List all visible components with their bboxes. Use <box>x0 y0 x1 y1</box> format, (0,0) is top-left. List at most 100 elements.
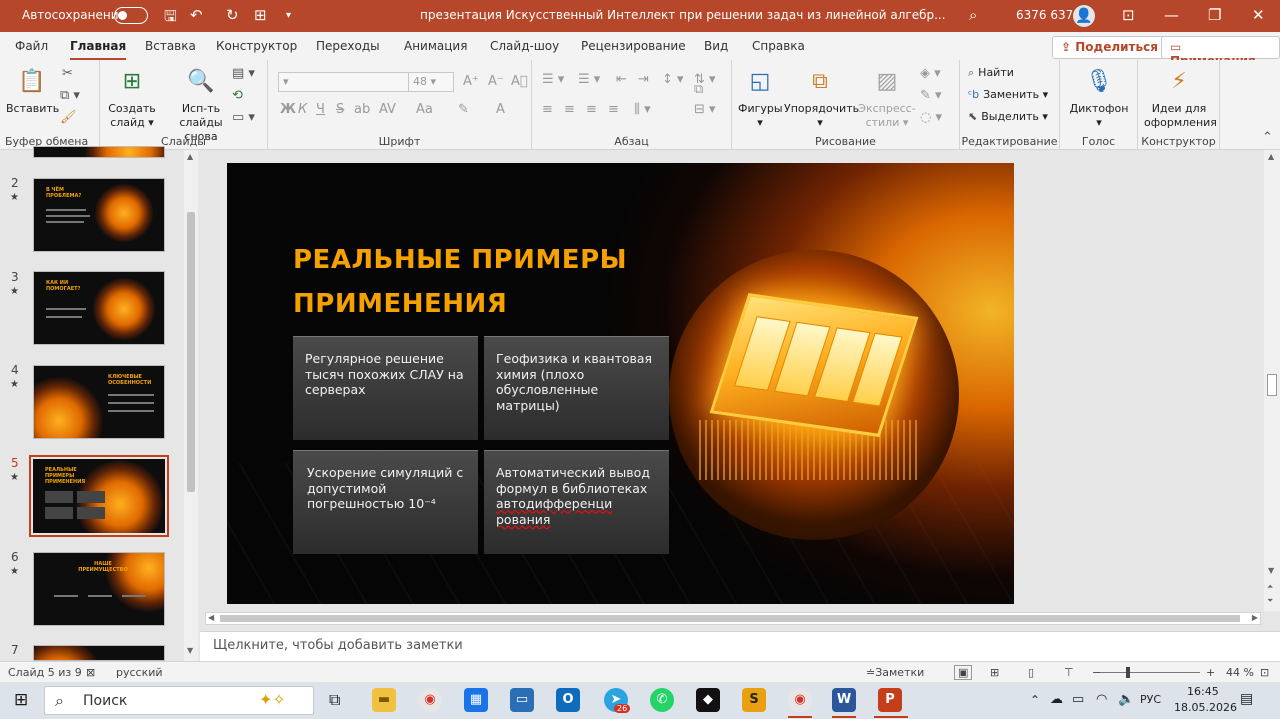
thumbnail-slide-4[interactable]: КЛЮЧЕВЫЕ ОСОБЕННОСТИ <box>33 365 165 439</box>
ribbon-display-icon[interactable]: ⊡ <box>1122 6 1135 24</box>
app-dark-icon[interactable]: ◆ <box>696 688 720 712</box>
shrink-font-icon[interactable]: A⁻ <box>488 74 504 89</box>
slide-vertical-scrollbar[interactable]: ▲ ▼ ⏶ ⏷ <box>1264 150 1280 611</box>
bullets-icon[interactable]: ☰ ▾ <box>542 72 564 87</box>
maximize-icon[interactable]: ❐ <box>1208 6 1221 24</box>
scroll-right-icon[interactable]: ▶ <box>1252 613 1258 622</box>
shape-fill-icon[interactable]: ◈ ▾ <box>920 66 941 81</box>
scroll-up-icon[interactable]: ▲ <box>1268 152 1274 161</box>
input-language[interactable]: РУС <box>1140 693 1161 706</box>
clock-time[interactable]: 16:45 <box>1187 685 1219 698</box>
remote-desktop-icon[interactable]: ▭ <box>510 688 534 712</box>
italic-button[interactable]: К <box>298 102 307 117</box>
shape-effects-icon[interactable]: ◌ ▾ <box>920 110 942 125</box>
zoom-slider-track[interactable] <box>1100 672 1200 673</box>
replace-button[interactable]: ᶜb Заменить ▾ <box>968 88 1048 101</box>
sublime-icon[interactable]: S <box>742 688 766 712</box>
close-icon[interactable]: ✕ <box>1252 6 1265 24</box>
align-left-icon[interactable]: ≡ <box>542 102 553 117</box>
cut-icon[interactable]: ✂ <box>62 66 73 81</box>
prev-slide-icon[interactable]: ⏶ <box>1267 582 1273 592</box>
thumbnail-slide-6[interactable]: НАШЕ ПРЕИМУЩЕСТВО <box>33 552 165 626</box>
fit-slide-icon[interactable]: ⊡ <box>1260 666 1269 679</box>
user-avatar[interactable]: 👤 <box>1073 5 1095 27</box>
chrome-icon[interactable]: ◉ <box>418 688 442 712</box>
notes-toggle-button[interactable]: ≐Заметки <box>866 666 924 679</box>
tab-view[interactable]: Вид <box>704 39 728 53</box>
align-center-icon[interactable]: ≡ <box>564 102 575 117</box>
change-case-button[interactable]: Aa <box>416 102 433 117</box>
line-spacing-icon[interactable]: ↕ ▾ <box>662 72 684 87</box>
notes-pane[interactable]: Щелкните, чтобы добавить заметки <box>200 631 1280 661</box>
layout-icon[interactable]: ▤ ▾ <box>232 66 255 81</box>
search-icon[interactable]: ⌕ <box>969 6 977 24</box>
task-view-icon[interactable]: ⧉ <box>329 690 340 710</box>
powerpoint-icon[interactable]: P <box>878 688 902 712</box>
thumbnails-scrollbar[interactable]: ▲ ▼ <box>184 150 198 661</box>
strikethrough-button[interactable]: S <box>336 102 344 117</box>
minimize-icon[interactable]: — <box>1164 6 1179 24</box>
tab-animations[interactable]: Анимация <box>404 39 467 53</box>
grow-font-icon[interactable]: A⁺ <box>463 74 479 89</box>
scroll-down-icon[interactable]: ▼ <box>187 646 193 655</box>
numbering-icon[interactable]: ☰ ▾ <box>578 72 600 87</box>
chrome-profile-icon[interactable]: ◉ <box>788 688 812 712</box>
chip-image[interactable] <box>669 250 959 540</box>
outlook-icon[interactable]: O <box>556 688 580 712</box>
tab-file[interactable]: Файл <box>15 39 48 53</box>
char-spacing-button[interactable]: AV <box>379 102 396 117</box>
windows-start-icon[interactable]: ⊞ <box>14 690 28 710</box>
bold-button[interactable]: Ж <box>280 102 296 117</box>
scrollbar-thumb[interactable] <box>1267 374 1277 396</box>
file-explorer-icon[interactable]: ▬ <box>372 688 396 712</box>
slide-title[interactable]: РЕАЛЬНЫЕ ПРИМЕРЫ ПРИМЕНЕНИЯ <box>293 238 627 326</box>
section-icon[interactable]: ▭ ▾ <box>232 110 255 125</box>
underline-button[interactable]: Ч <box>316 102 325 117</box>
scrollbar-thumb[interactable] <box>220 615 1240 622</box>
comments-button[interactable]: ▭ Примечания <box>1161 36 1280 68</box>
tab-help[interactable]: Справка <box>752 39 805 53</box>
tab-insert[interactable]: Вставка <box>145 39 196 53</box>
onedrive-icon[interactable]: ☁ <box>1050 692 1063 707</box>
clock-date[interactable]: 18.05.2026 <box>1174 701 1237 714</box>
example-card-1[interactable]: Регулярное решение тысяч похожих СЛАУ на… <box>293 336 478 440</box>
scroll-down-icon[interactable]: ▼ <box>1268 566 1274 575</box>
align-text-icon[interactable]: ⊟ ▾ <box>694 102 716 117</box>
zoom-slider-knob[interactable] <box>1126 667 1130 678</box>
tab-review[interactable]: Рецензирование <box>581 39 686 53</box>
save-icon[interactable]: 🖫 <box>164 6 177 31</box>
tab-transitions[interactable]: Переходы <box>316 39 380 53</box>
font-family-combo[interactable]: ▾ <box>278 72 412 92</box>
reset-icon[interactable]: ⟲ <box>232 88 243 103</box>
thumbnail-slide-3[interactable]: КАК ИИ ПОМОГАЕТ? <box>33 271 165 345</box>
user-name[interactable]: 6376 6376 <box>1016 8 1081 22</box>
scroll-left-icon[interactable]: ◀ <box>208 613 214 622</box>
align-right-icon[interactable]: ≡ <box>586 102 597 117</box>
show-hidden-icons[interactable]: ⌃ <box>1030 693 1040 707</box>
example-card-3[interactable]: Ускорение симуляций с допустимой погрешн… <box>293 450 478 554</box>
tab-slideshow[interactable]: Слайд-шоу <box>490 39 559 53</box>
slide-sorter-icon[interactable]: ⊞ <box>990 666 999 679</box>
example-card-2[interactable]: Геофизика и квантовая химия (плохо обусл… <box>484 336 669 440</box>
thumbnail-slide-1[interactable] <box>33 146 165 158</box>
customize-qat-icon[interactable]: ▾ <box>286 10 291 21</box>
highlight-icon[interactable]: ✎ <box>458 102 469 117</box>
thumbnail-slide-7[interactable] <box>33 645 165 661</box>
decrease-indent-icon[interactable]: ⇤ <box>616 72 627 87</box>
share-button[interactable]: ⇪ Поделиться <box>1052 36 1167 59</box>
quick-styles-button[interactable]: ▨ Экспресс-стили ▾ <box>856 68 918 130</box>
whatsapp-icon[interactable]: ✆ <box>650 688 674 712</box>
current-slide[interactable]: РЕАЛЬНЫЕ ПРИМЕРЫ ПРИМЕНЕНИЯ Регулярное р… <box>227 163 1014 604</box>
accessibility-icon[interactable]: ⊠ <box>86 666 95 679</box>
store-icon[interactable]: ▦ <box>464 688 488 712</box>
shape-outline-icon[interactable]: ✎ ▾ <box>920 88 942 103</box>
shadow-icon[interactable]: ab <box>354 102 370 117</box>
clear-format-icon[interactable]: A⃠ <box>511 74 528 89</box>
tab-design[interactable]: Конструктор <box>216 39 297 53</box>
undo-icon[interactable]: ↶ <box>190 6 203 24</box>
collapse-ribbon-icon[interactable]: ⌃ <box>1262 130 1273 145</box>
columns-icon[interactable]: ⫼ ▾ <box>634 102 651 117</box>
autosave-toggle[interactable] <box>114 7 148 24</box>
justify-icon[interactable]: ≡ <box>608 102 619 117</box>
increase-indent-icon[interactable]: ⇥ <box>638 72 649 87</box>
